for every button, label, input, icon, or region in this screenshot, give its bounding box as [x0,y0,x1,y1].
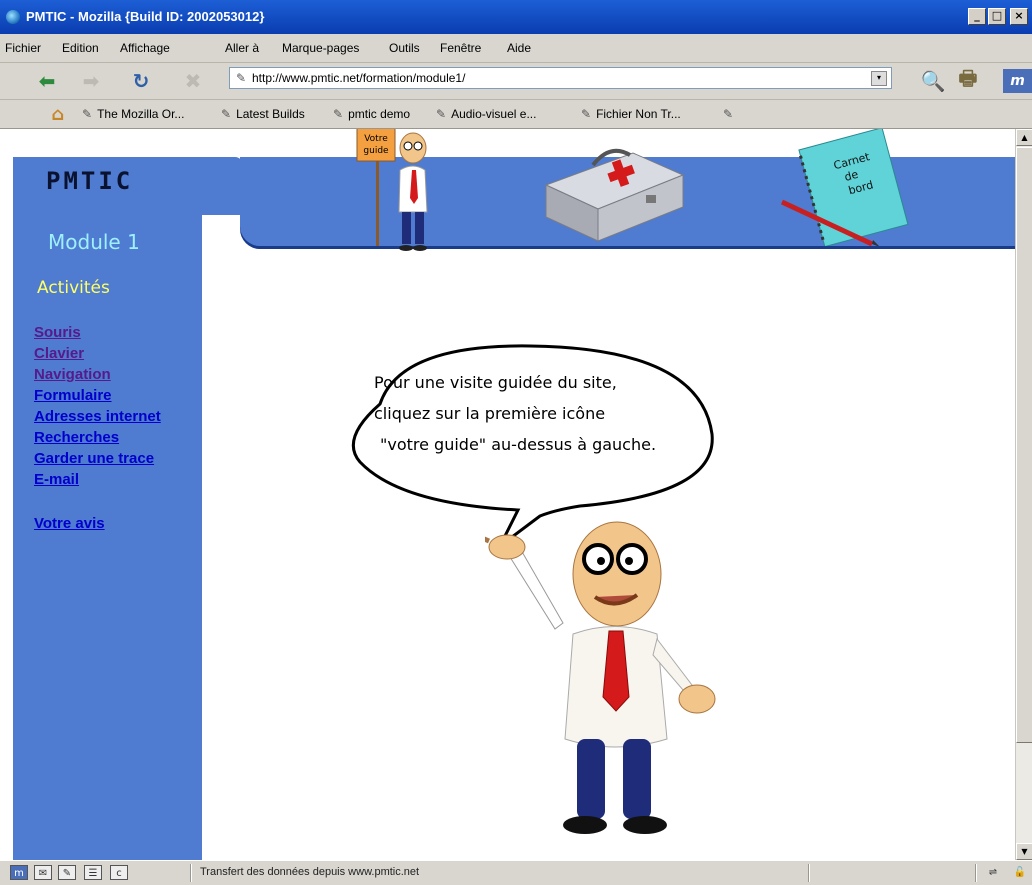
title-bar: PMTIC - Mozilla {Build ID: 2002053012} _… [0,0,1032,34]
scroll-down-arrow-icon[interactable]: ▼ [1016,843,1032,860]
composer-icon[interactable]: ✎ [58,865,76,880]
reload-icon[interactable]: ↻ [128,69,154,93]
minimize-button[interactable]: _ [968,8,986,25]
close-button[interactable]: × [1010,8,1028,25]
navigator-icon[interactable]: m [10,865,28,880]
nav-link-recherches[interactable]: Recherches [34,427,119,448]
bookmark-icon: ✎ [221,107,232,121]
search-icon[interactable]: 🔍 [920,69,946,93]
forward-arrow-icon[interactable]: ➡ [78,69,104,93]
status-bar: m ✉ ✎ ☰ c Transfert des données depuis w… [0,860,1032,885]
bookmark-fichier-non-tr[interactable]: ✎ Fichier Non Tr... [581,107,681,121]
bookmark-icon: ✎ [333,107,344,121]
activities-title: Activités [37,278,110,298]
bookmark-mozilla[interactable]: ✎ The Mozilla Or... [82,107,184,121]
home-icon[interactable]: ⌂ [45,102,71,126]
nav-link-clavier[interactable]: Clavier [34,343,84,364]
bookmark-label: The Mozilla Or... [97,107,185,121]
status-text: Transfert des données depuis www.pmtic.n… [200,866,420,878]
maximize-button[interactable]: □ [988,8,1006,25]
first-aid-box-icon[interactable] [538,135,688,245]
bookmark-latest-builds[interactable]: ✎ Latest Builds [221,107,305,121]
status-separator [808,864,810,882]
page-icon: ✎ [236,71,247,85]
guide-sign-text: Votre [364,134,388,144]
address-bar[interactable]: ✎ ▾ [229,67,892,89]
guide-sign-text: guide [363,146,389,156]
mozilla-throbber-icon[interactable]: m [1003,69,1032,93]
module-title: Module 1 [48,230,140,254]
nav-link-souris[interactable]: Souris [34,322,81,343]
bubble-line: Pour une visite guidée du site, [374,373,617,392]
url-dropdown-icon[interactable]: ▾ [871,71,887,86]
menu-fichier[interactable]: Fichier [5,41,41,55]
sidebar [13,157,202,860]
page-content: PMTIC Votre guide Carnet de bord Module … [0,129,1015,860]
bookmark-pmtic-demo[interactable]: ✎ pmtic demo [333,107,410,121]
menu-edition[interactable]: Edition [62,41,99,55]
menu-marque-pages[interactable]: Marque-pages [282,41,359,55]
vertical-scrollbar[interactable]: ▲ ▼ [1015,129,1032,860]
bubble-line: "votre guide" au-dessus à gauche. [380,435,657,454]
bookmark-icon: ✎ [723,107,734,121]
window-title: PMTIC - Mozilla {Build ID: 2002053012} [26,9,265,24]
bookmarks-toolbar: ⌂ ✎ The Mozilla Or... ✎ Latest Builds ✎ pmt… [0,100,1032,129]
nav-link-garder-une-trace[interactable]: Garder une trace [34,448,154,469]
nav-link-formulaire[interactable]: Formulaire [34,385,112,406]
bookmark-icon: ✎ [581,107,592,121]
bookmark-icon: ✎ [436,107,447,121]
bookmark-label: pmtic demo [348,107,411,121]
bookmark-audio-visuel[interactable]: ✎ Audio-visuel e... [436,107,536,121]
status-separator [190,864,192,882]
bookmark-icon: ✎ [82,107,93,121]
scroll-thumb[interactable] [1016,147,1032,743]
cartoon-guide-man [485,521,716,834]
nav-link-adresses-internet[interactable]: Adresses internet [34,406,161,427]
mozilla-app-icon [6,10,20,24]
address-book-icon[interactable]: ☰ [84,865,102,880]
mail-icon[interactable]: ✉ [34,865,52,880]
guide-icon[interactable]: Votre guide [355,129,445,254]
bookmark-label: Audio-visuel e... [451,107,537,121]
url-input[interactable] [252,70,862,86]
online-status-icon[interactable]: ⇌ [982,865,1004,880]
back-arrow-icon[interactable]: ⬅ [34,69,60,93]
bookmark-label: Latest Builds [236,107,305,121]
menu-outils[interactable]: Outils [389,41,420,55]
security-lock-icon[interactable]: 🔓 [1010,865,1030,880]
nav-link-votre-avis[interactable]: Votre avis [34,513,105,534]
status-separator [975,864,977,882]
speech-bubble-text: Pour une visite guidée du site, cliquez … [374,367,704,460]
menu-fenetre[interactable]: Fenêtre [440,41,481,55]
menu-affichage[interactable]: Affichage [120,41,170,55]
bookmark-label: Fichier Non Tr... [596,107,681,121]
carnet-de-bord-icon[interactable]: Carnet de bord [780,129,920,246]
menu-aide[interactable]: Aide [507,41,531,55]
irc-chat-icon[interactable]: c [110,865,128,880]
nav-link-navigation[interactable]: Navigation [34,364,111,385]
navigation-toolbar: ⬅ ➡ ↻ ✖ ✎ ▾ 🔍 🖶 m [0,63,1032,100]
nav-link-email[interactable]: E-mail [34,469,79,490]
menu-bar: Fichier Edition Affichage Aller à Marque… [0,34,1032,63]
print-icon[interactable]: 🖶 [955,66,981,93]
stop-icon[interactable]: ✖ [180,69,206,93]
pmtic-logo: PMTIC [46,167,134,195]
scroll-up-arrow-icon[interactable]: ▲ [1016,129,1032,146]
menu-aller-a[interactable]: Aller à [225,41,259,55]
bubble-line: cliquez sur la première icône [374,404,606,423]
bookmark-empty[interactable]: ✎ [723,107,738,121]
